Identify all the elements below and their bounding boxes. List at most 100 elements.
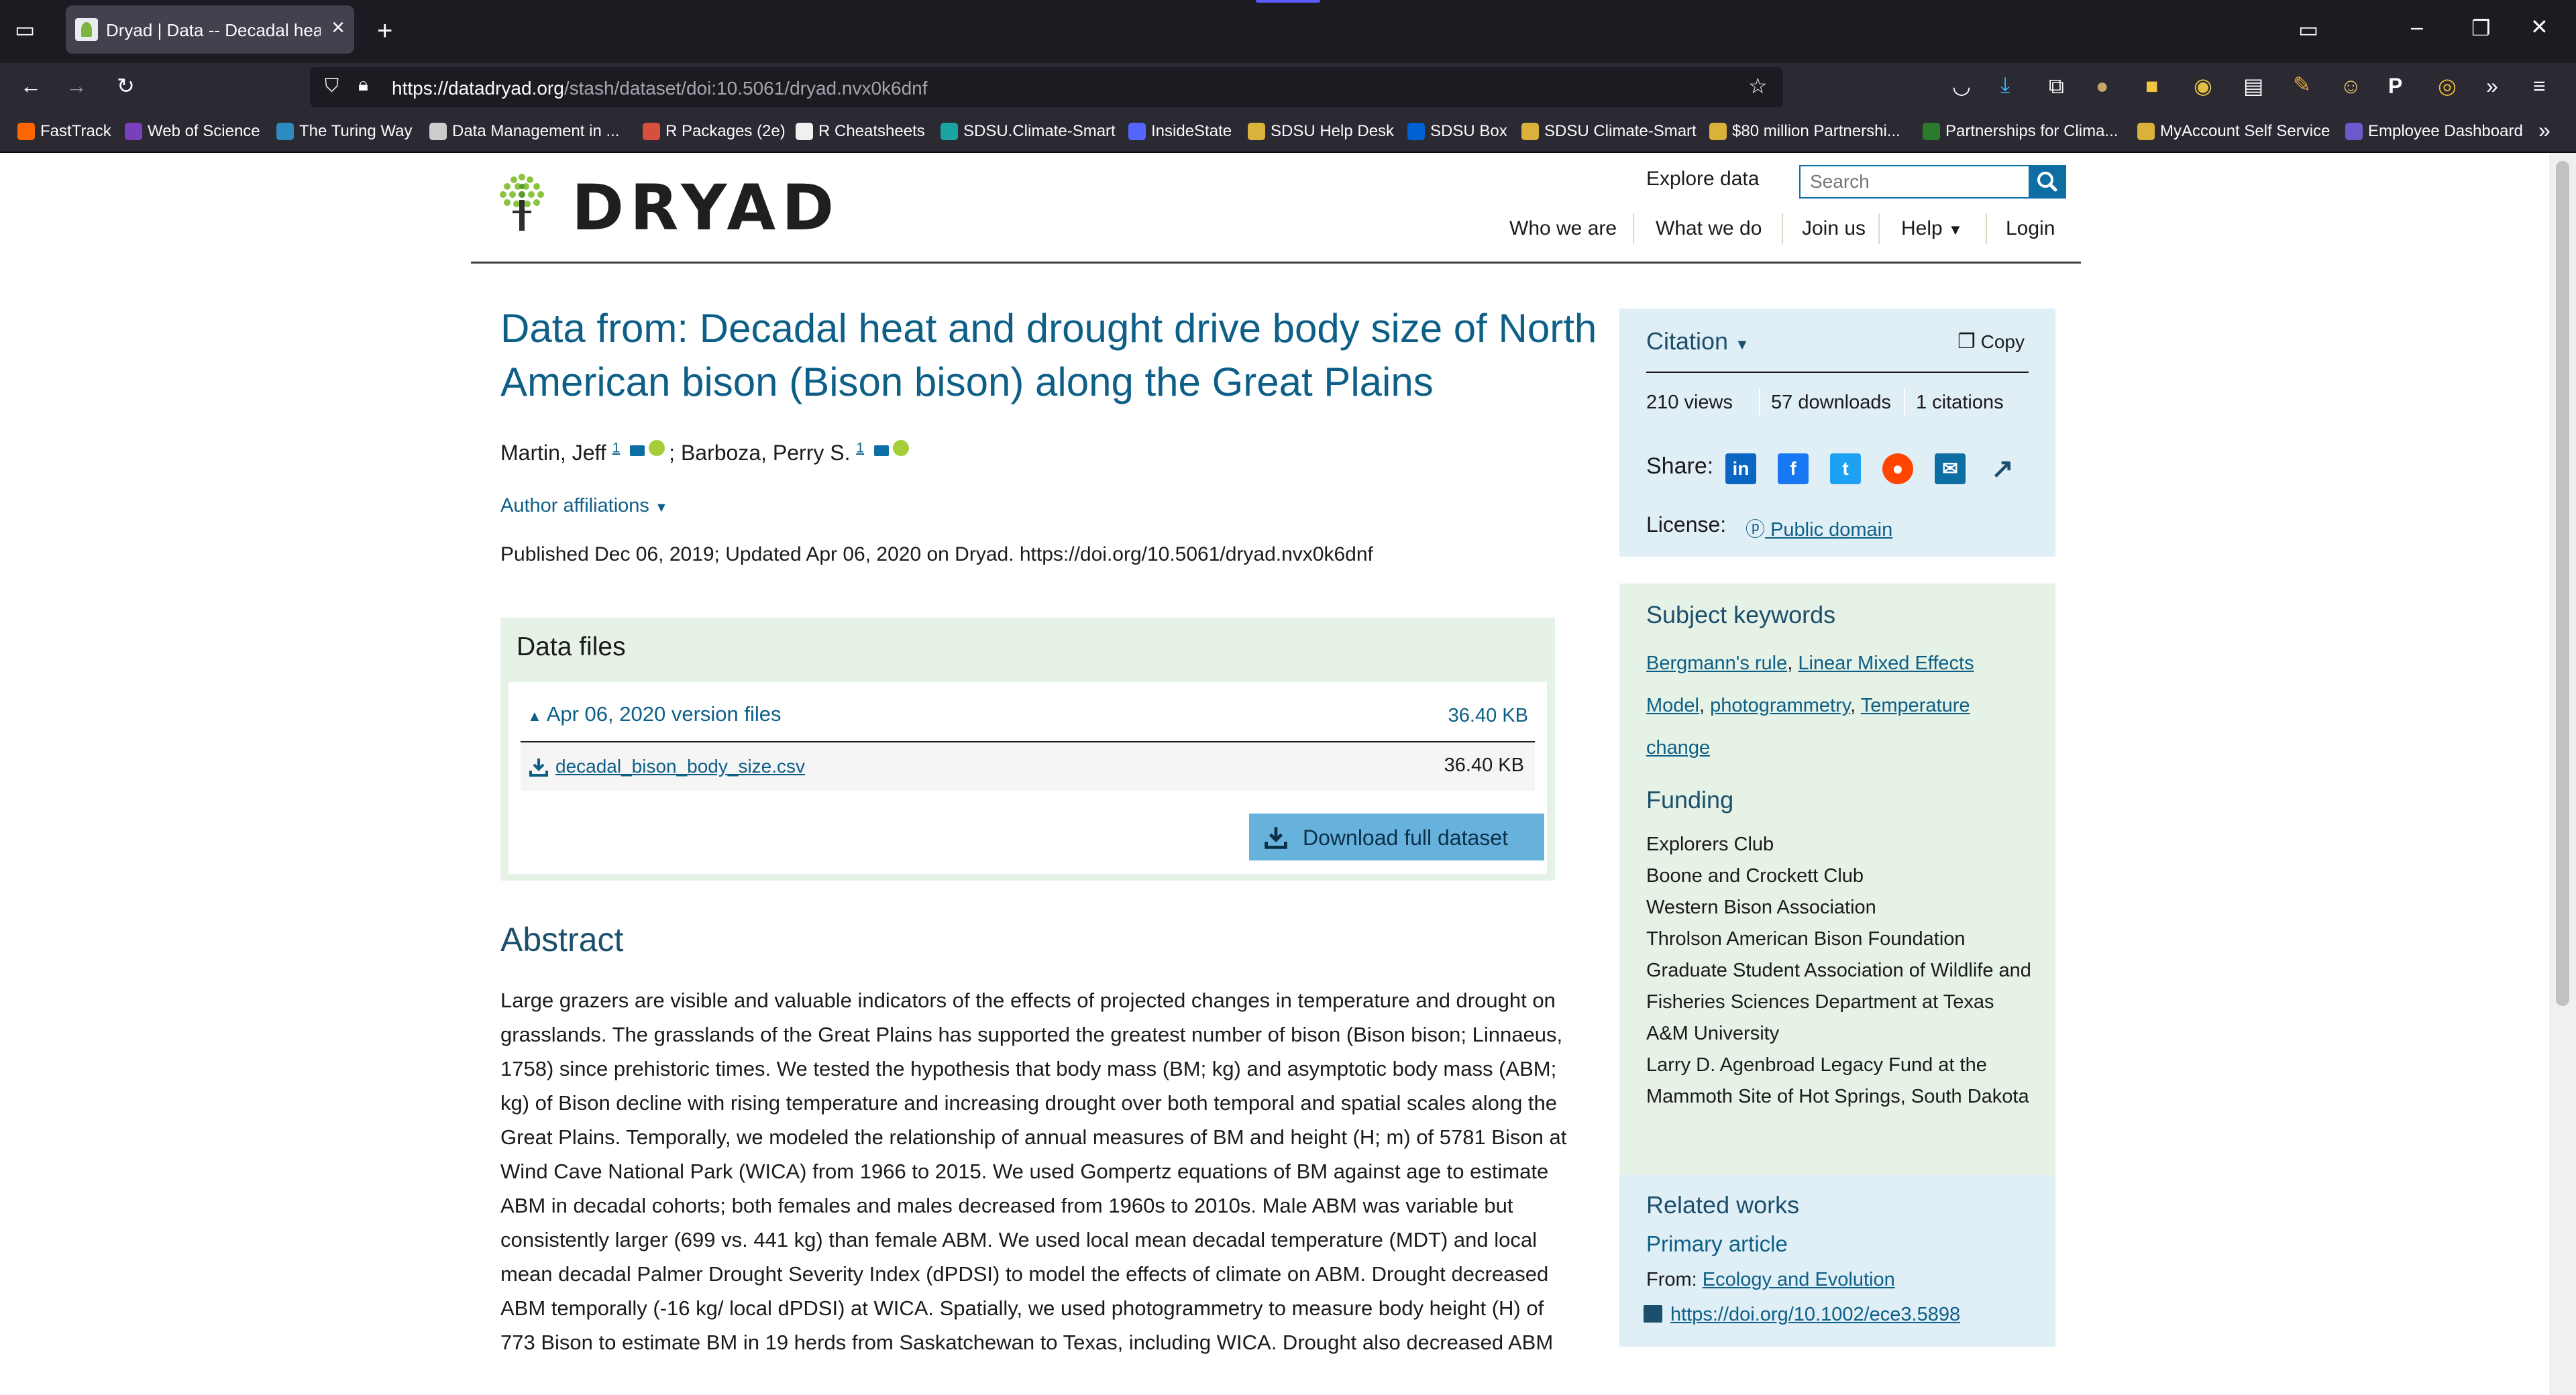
author-affiliations-toggle[interactable]: Author affiliations ▼	[500, 495, 668, 517]
bookmark-9-icon	[1407, 123, 1425, 140]
bookmark-star-icon[interactable]: ☆	[1748, 75, 1768, 97]
reader-icon[interactable]: ▤	[2243, 75, 2263, 97]
bookmark-4[interactable]: R Packages (2e)	[643, 120, 786, 143]
twitter-icon[interactable]: t	[1830, 453, 1861, 484]
bookmark-13-icon	[2137, 123, 2155, 140]
keyword-link[interactable]: Bergmann's rule	[1646, 653, 1787, 674]
bookmark-12-label: Partnerships for Clima...	[1945, 122, 2118, 140]
license-link[interactable]: ⓟ Public domain	[1746, 514, 1892, 542]
bookmark-5[interactable]: R Cheatsheets	[796, 120, 925, 143]
file-download-link[interactable]: decadal_bison_body_size.csv	[555, 756, 805, 777]
dryad-logo-wordmark[interactable]: DRYAD	[572, 172, 840, 245]
data-files-list: ▲ Apr 06, 2020 version files 36.40 KB de…	[508, 682, 1547, 874]
downloads-icon[interactable]: ⤓	[2000, 74, 2010, 95]
bookmark-14[interactable]: Employee Dashboard	[2345, 120, 2523, 143]
related-doi-link[interactable]: https://doi.org/10.1002/ece3.5898	[1670, 1304, 1960, 1326]
bookmark-3[interactable]: Data Management in ...	[429, 120, 619, 143]
pocket-icon[interactable]: ◡	[1952, 75, 1971, 97]
close-window-icon[interactable]: ✕	[2530, 16, 2548, 38]
affiliation-link[interactable]: 1	[612, 440, 621, 455]
bookmark-9[interactable]: SDSU Box	[1407, 120, 1507, 143]
funder-item: Explorers Club	[1646, 834, 1774, 855]
orcid-icon[interactable]	[892, 440, 909, 456]
bookmark-13[interactable]: MyAccount Self Service	[2137, 120, 2330, 143]
extension-circle-icon[interactable]: ◉	[2194, 75, 2212, 97]
nav-help[interactable]: Help ▼	[1901, 217, 1963, 240]
nav-help-label: Help	[1901, 217, 1943, 239]
scrollbar-thumb[interactable]	[2556, 161, 2569, 1006]
tab-close-icon[interactable]: ×	[331, 15, 345, 41]
nav-login[interactable]: Login	[2006, 217, 2055, 240]
lock-icon[interactable]: 🔒︎	[358, 75, 368, 94]
bookmark-0-icon	[17, 123, 35, 140]
restore-icon[interactable]: ❐	[2471, 17, 2491, 39]
bookmark-0-label: FastTrack	[40, 122, 111, 140]
orcid-icon[interactable]	[649, 440, 665, 456]
bookmark-11[interactable]: $80 million Partnershi...	[1709, 120, 1900, 143]
browser-tab-active[interactable]: Dryad | Data -- Decadal heat an ×	[66, 5, 354, 54]
license-label: License:	[1646, 512, 1727, 537]
data-files-heading: Data files	[517, 632, 626, 661]
sidebar-toggle-icon[interactable]: ▭	[2298, 19, 2318, 40]
dryad-tree-logo-icon[interactable]	[498, 173, 546, 231]
download-full-dataset-button[interactable]: Download full dataset	[1249, 814, 1544, 860]
extension-p-icon[interactable]: P	[2388, 75, 2402, 97]
bookmark-8[interactable]: SDSU Help Desk	[1248, 120, 1394, 143]
forward-icon[interactable]: →	[66, 75, 87, 97]
author-affiliations-label: Author affiliations	[500, 495, 649, 516]
bookmark-12[interactable]: Partnerships for Clima...	[1923, 120, 2118, 143]
tab-list-icon[interactable]: ▭	[15, 19, 35, 40]
affiliation-link[interactable]: 1	[856, 440, 864, 455]
bookmark-10[interactable]: SDSU Climate-Smart	[1521, 120, 1697, 143]
citation-toggle[interactable]: Citation ▼	[1646, 327, 1750, 355]
download-icon[interactable]	[529, 757, 549, 777]
bookmark-1[interactable]: Web of Science	[125, 120, 260, 143]
address-bar[interactable]: ⛉ 🔒︎ https://datadryad.org/stash/dataset…	[310, 67, 1783, 107]
overflow-chevron-icon[interactable]: »	[2486, 75, 2498, 97]
folder-icon[interactable]: ■	[2145, 75, 2158, 97]
tracking-shield-icon[interactable]: ⛉	[325, 76, 339, 95]
nav-join-us[interactable]: Join us	[1802, 217, 1866, 240]
search-input[interactable]	[1799, 165, 2030, 199]
nav-what-we-do[interactable]: What we do	[1656, 217, 1762, 240]
url-text[interactable]: https://datadryad.org/stash/dataset/doi:…	[392, 78, 928, 99]
extension-badge-icon[interactable]: ✎	[2293, 74, 2311, 95]
nav-separator	[1782, 213, 1783, 244]
bookmark-6[interactable]: SDSU.Climate-Smart	[941, 120, 1116, 143]
search-button[interactable]	[2029, 165, 2066, 199]
email-author-icon[interactable]	[873, 445, 889, 456]
email-author-icon[interactable]	[630, 445, 645, 456]
back-icon[interactable]: ←	[20, 75, 42, 97]
version-toggle[interactable]: ▲ Apr 06, 2020 version files	[527, 702, 782, 726]
bookmark-0[interactable]: FastTrack	[17, 120, 111, 143]
search-icon	[2037, 172, 2057, 192]
author-name: Martin, Jeff	[500, 441, 606, 465]
extension-face-icon[interactable]: ☺	[2340, 75, 2362, 97]
bookmarks-overflow-icon[interactable]: »	[2538, 119, 2551, 141]
app-menu-icon[interactable]: ≡	[2533, 75, 2546, 97]
explore-data-link[interactable]: Explore data	[1646, 168, 1759, 190]
dataset-title: Data from: Decadal heat and drought driv…	[500, 306, 1597, 404]
email-share-icon[interactable]: ✉	[1935, 453, 1966, 484]
keyword-link[interactable]: photogrammetry	[1710, 695, 1850, 716]
bookmark-7[interactable]: InsideState	[1128, 120, 1232, 143]
extensions-icon[interactable]: ⧉	[2049, 75, 2064, 97]
nav-who-we-are[interactable]: Who we are	[1509, 217, 1617, 240]
facebook-icon[interactable]: f	[1778, 453, 1809, 484]
extension-avatar-icon[interactable]: ●	[2096, 75, 2108, 97]
bookmark-2[interactable]: The Turing Way	[276, 120, 413, 143]
copy-citation-button[interactable]: ❐ Copy	[1957, 330, 2025, 353]
related-work-type: Primary article	[1646, 1231, 1788, 1256]
author-list: Martin, Jeff 1 ; Barboza, Perry S. 1	[500, 440, 913, 465]
extension-c-icon[interactable]: ◎	[2438, 75, 2457, 97]
linkedin-icon[interactable]: in	[1725, 453, 1756, 484]
minimize-icon[interactable]: –	[2411, 16, 2423, 38]
reload-icon[interactable]: ↻	[117, 75, 135, 97]
share-external-icon[interactable]: ↗	[1987, 453, 2018, 484]
journal-link[interactable]: Ecology and Evolution	[1703, 1269, 1895, 1290]
copy-icon: ❐	[1957, 331, 1976, 353]
file-size: 36.40 KB	[1444, 755, 1524, 776]
new-tab-icon[interactable]: +	[377, 17, 392, 44]
reddit-icon[interactable]: ●	[1882, 453, 1913, 484]
page-scrollbar[interactable]	[2549, 153, 2576, 1395]
